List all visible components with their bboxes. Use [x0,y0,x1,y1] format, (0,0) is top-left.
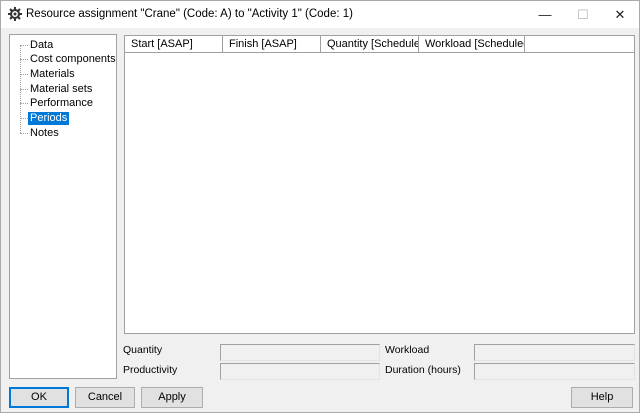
productivity-field [220,363,380,380]
periods-grid[interactable]: Start [ASAP] Finish [ASAP] Quantity [Sch… [124,35,635,334]
dialog-window: Resource assignment "Crane" (Code: A) to… [0,0,640,413]
quantity-field [220,344,380,361]
tree-item-data[interactable]: Data [28,39,55,52]
apply-button[interactable]: Apply [141,387,203,408]
tree-item-cost-components[interactable]: Cost components [28,53,118,66]
help-button[interactable]: Help [571,387,633,408]
close-button[interactable]: ✕ [601,1,639,28]
close-icon: ✕ [614,6,626,22]
duration-label: Duration (hours) [385,364,461,376]
tree-connector [20,118,28,119]
cancel-button[interactable]: Cancel [75,387,135,408]
column-header-quantity[interactable]: Quantity [Schedule... [321,36,419,53]
tree-item-performance[interactable]: Performance [28,97,95,110]
productivity-label: Productivity [123,364,178,376]
grid-header: Start [ASAP] Finish [ASAP] Quantity [Sch… [125,36,634,53]
duration-field [474,363,635,380]
tree-item-materials[interactable]: Materials [28,68,77,81]
ok-button[interactable]: OK [9,387,69,408]
maximize-button[interactable]: ☐ [564,1,602,28]
tree-connector [20,133,28,134]
tree-item-notes[interactable]: Notes [28,127,61,140]
workload-field [474,344,635,361]
app-gear-icon [8,7,22,21]
minimize-button[interactable]: — [526,1,564,28]
title-bar[interactable]: Resource assignment "Crane" (Code: A) to… [1,1,639,28]
navigation-tree[interactable]: Data Cost components Materials Material … [9,34,117,379]
quantity-label: Quantity [123,344,163,356]
workload-label: Workload [385,344,430,356]
minimize-icon: — [538,7,552,22]
column-header-start[interactable]: Start [ASAP] [125,36,223,53]
tree-connector [20,59,28,60]
tree-connector [20,45,28,46]
window-title: Resource assignment "Crane" (Code: A) to… [26,8,353,20]
tree-item-periods[interactable]: Periods [28,112,70,125]
maximize-icon: ☐ [577,6,589,22]
tree-connector [20,103,28,104]
column-header-finish[interactable]: Finish [ASAP] [223,36,321,53]
column-header-workload[interactable]: Workload [Scheduled] [419,36,525,53]
tree-item-material-sets[interactable]: Material sets [28,83,94,96]
tree-connector [20,74,28,75]
tree-connector [20,89,28,90]
